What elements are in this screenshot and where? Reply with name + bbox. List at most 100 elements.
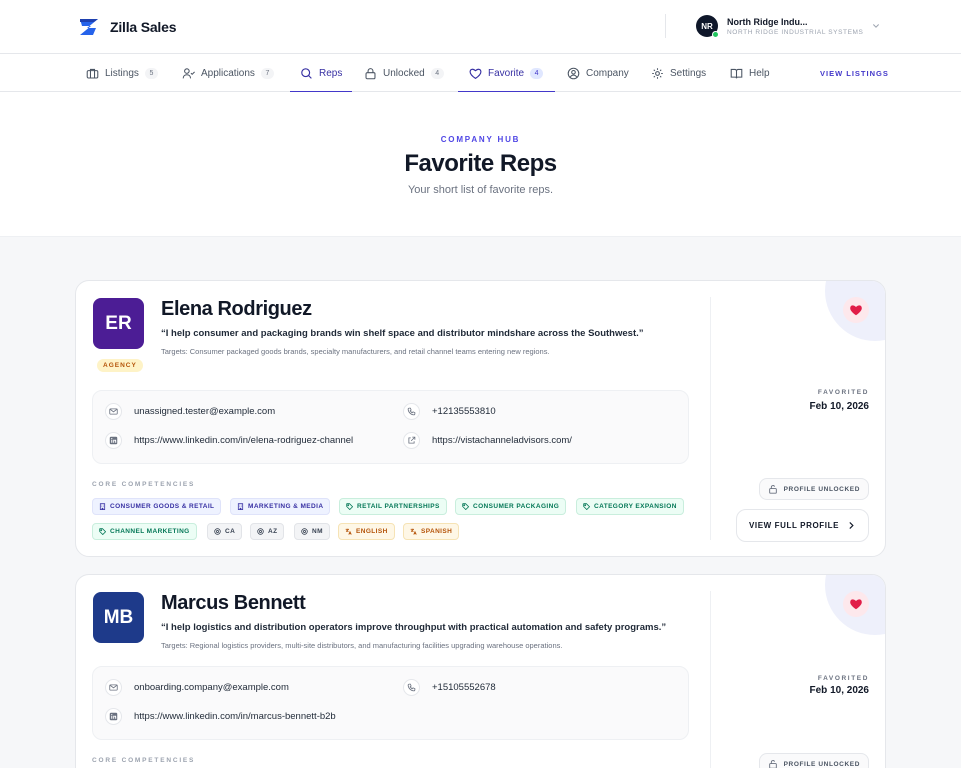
chip-language: SPANISH <box>403 523 460 540</box>
unfavorite-button[interactable] <box>843 591 869 617</box>
user-check-icon <box>182 67 195 78</box>
favorited-date: Feb 10, 2026 <box>809 401 869 412</box>
chip-location: NM <box>294 523 330 540</box>
rep-avatar: ER <box>93 298 144 349</box>
translate-icon <box>345 528 352 535</box>
nav-company[interactable]: Company <box>567 54 629 92</box>
map-pin-icon <box>257 528 264 535</box>
translate-icon <box>410 528 417 535</box>
rep-avatar: MB <box>93 592 144 643</box>
chip-location: AZ <box>250 523 285 540</box>
main-nav: Listings 5 Applications 7 Reps Unlocked … <box>0 54 961 93</box>
nav-badge: 4 <box>530 67 544 79</box>
chip-skill: RETAIL PARTNERSHIPS <box>339 498 447 515</box>
heart-filled-icon <box>850 305 862 316</box>
chevron-down-icon[interactable] <box>872 22 880 30</box>
account-menu[interactable]: NR North Ridge Indu... NORTH RIDGE INDUS… <box>696 15 879 38</box>
nav-settings[interactable]: Settings <box>651 54 706 92</box>
header-divider <box>665 14 666 38</box>
chip-skill: CHANNEL MARKETING <box>92 523 197 540</box>
nav-listings[interactable]: Listings 5 <box>86 54 158 92</box>
unlock-icon <box>768 760 777 768</box>
rep-name: Elena Rodriguez <box>161 298 312 320</box>
brand-name: Zilla Sales <box>110 19 177 35</box>
view-full-profile-button[interactable]: VIEW FULL PROFILE <box>736 509 869 542</box>
linkedin-icon <box>109 436 118 445</box>
top-header: Zilla Sales NR North Ridge Indu... NORTH… <box>0 0 961 54</box>
lock-icon <box>365 67 376 79</box>
nav-reps[interactable]: Reps <box>290 54 352 93</box>
tag-icon <box>346 503 353 510</box>
account-company: NORTH RIDGE INDUSTRIAL SYSTEMS <box>727 28 864 36</box>
account-name: North Ridge Indu... <box>727 16 808 27</box>
card-divider <box>710 297 711 540</box>
nav-badge: 7 <box>260 67 274 79</box>
chip-skill: CATEGORY EXPANSION <box>576 498 684 515</box>
building-icon <box>237 503 244 510</box>
nav-applications[interactable]: Applications 7 <box>182 54 274 92</box>
favorited-date: Feb 10, 2026 <box>809 685 869 696</box>
building-icon <box>99 503 106 510</box>
contact-info: onboarding.company@example.com +15105552… <box>92 666 689 740</box>
core-competencies-label: CORE COMPETENCIES <box>92 481 196 488</box>
book-icon <box>730 68 743 78</box>
unlock-icon <box>768 485 777 494</box>
nav-badge: 5 <box>144 67 158 79</box>
external-link-icon <box>408 436 416 444</box>
mail-icon <box>109 684 118 691</box>
online-status-dot <box>712 31 719 38</box>
linkedin-icon <box>109 712 118 721</box>
view-listings-link[interactable]: VIEW LISTINGS <box>820 54 889 92</box>
account-avatar: NR <box>696 15 719 38</box>
gear-icon <box>652 67 663 79</box>
page-hero: COMPANY HUB Favorite Reps Your short lis… <box>0 92 961 237</box>
tag-icon <box>462 503 469 510</box>
contact-info: unassigned.tester@example.com +121355538… <box>92 390 689 464</box>
contact-website[interactable]: https://vistachanneladvisors.com/ <box>403 432 572 449</box>
page-title: Favorite Reps <box>404 150 557 177</box>
search-icon <box>301 67 312 79</box>
chip-industry: CONSUMER GOODS & RETAIL <box>92 498 222 515</box>
mail-icon <box>109 408 118 415</box>
zilla-logo-icon <box>80 19 98 35</box>
rep-quote: “I help consumer and packaging brands wi… <box>161 328 644 339</box>
core-competencies-label: CORE COMPETENCIES <box>92 757 196 764</box>
chip-industry: MARKETING & MEDIA <box>230 498 331 515</box>
phone-icon <box>407 407 416 416</box>
nav-help[interactable]: Help <box>730 54 770 92</box>
map-pin-icon <box>301 528 308 535</box>
card-divider <box>710 591 711 768</box>
contact-email[interactable]: onboarding.company@example.com <box>105 679 289 696</box>
nav-unlocked[interactable]: Unlocked 4 <box>364 54 444 92</box>
profile-unlocked-badge: PROFILE UNLOCKED <box>758 753 869 768</box>
rep-quote: “I help logistics and distribution opera… <box>161 622 667 633</box>
phone-icon <box>407 683 416 692</box>
contact-phone[interactable]: +15105552678 <box>403 679 496 696</box>
page-eyebrow: COMPANY HUB <box>440 135 521 144</box>
user-circle-icon <box>567 67 580 79</box>
chip-location: CA <box>207 523 243 540</box>
rep-name: Marcus Bennett <box>161 592 306 614</box>
contact-linkedin[interactable]: https://www.linkedin.com/in/elena-rodrig… <box>105 432 353 449</box>
chevron-right-icon <box>849 522 854 529</box>
heart-icon <box>469 68 482 79</box>
tag-icon <box>583 503 590 510</box>
nav-favorite[interactable]: Favorite 4 <box>458 54 555 93</box>
contact-linkedin[interactable]: https://www.linkedin.com/in/marcus-benne… <box>105 708 336 725</box>
nav-badge: 4 <box>430 67 444 79</box>
chip-skill: CONSUMER PACKAGING <box>455 498 567 515</box>
page-subtitle: Your short list of favorite reps. <box>407 184 554 196</box>
rep-targets: Targets: Regional logistics providers, m… <box>161 641 563 650</box>
contact-email[interactable]: unassigned.tester@example.com <box>105 403 275 420</box>
brand[interactable]: Zilla Sales <box>78 16 176 38</box>
chip-language: ENGLISH <box>338 523 395 540</box>
contact-phone[interactable]: +12135553810 <box>403 403 496 420</box>
tag-icon <box>99 528 106 535</box>
favorited-label: FAVORITED <box>817 675 869 682</box>
rep-card: MB Marcus Bennett “I help logistics and … <box>75 574 886 768</box>
profile-unlocked-badge: PROFILE UNLOCKED <box>758 478 869 500</box>
heart-filled-icon <box>850 599 862 610</box>
unfavorite-button[interactable] <box>843 297 869 323</box>
agency-badge: AGENCY <box>97 359 143 372</box>
map-pin-icon <box>214 528 221 535</box>
